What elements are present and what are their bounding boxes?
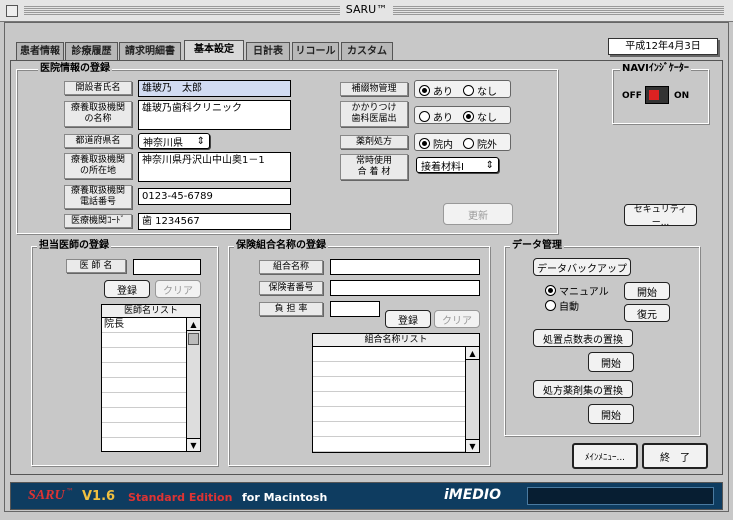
restore-button[interactable]: 復元	[624, 304, 670, 322]
union-name-field[interactable]	[330, 259, 480, 275]
tab-treatment-history[interactable]: 診療履歴	[65, 42, 118, 60]
brand-tm: ™	[66, 487, 74, 496]
tab-patient-info[interactable]: 患者情報	[16, 42, 64, 60]
replace-points-start-button[interactable]: 開始	[588, 352, 634, 372]
prefecture-value: 神奈川県	[143, 137, 183, 149]
doctor-name-field[interactable]	[133, 259, 201, 275]
doctor-list-scrollbar[interactable]: ▲ ▼	[186, 318, 200, 451]
tab-custom[interactable]: カスタム	[341, 42, 393, 60]
scroll-up-icon[interactable]: ▲	[187, 318, 200, 331]
cement-select[interactable]: 接着材料Ⅰ ⇕	[416, 157, 499, 173]
edition-text: Standard Edition	[128, 491, 233, 504]
doctor-clear-button[interactable]: クリア	[155, 280, 201, 298]
tab-basic-settings[interactable]: 基本設定	[184, 40, 244, 61]
scroll-down-icon[interactable]: ▼	[466, 439, 479, 452]
union-name-label: 組合名称	[259, 260, 323, 274]
platform-text: for Macintosh	[242, 491, 328, 504]
replace-points-button[interactable]: 処置点数表の置換	[533, 329, 633, 347]
data-backup-button[interactable]: データバックアップ	[533, 258, 631, 276]
clinic-section-title: 医院情報の登録	[38, 63, 112, 75]
navi-toggle-switch[interactable]	[645, 86, 669, 104]
brand-name: SARU	[28, 488, 65, 503]
prescription-inhouse-radio[interactable]: 院内	[419, 136, 453, 151]
exit-button[interactable]: 終 了	[642, 443, 708, 469]
cement-label: 常時使用 合 着 材	[340, 154, 408, 180]
updown-arrows-icon: ⇕	[196, 135, 205, 147]
backup-auto-radio[interactable]: 自動	[545, 298, 579, 313]
doctor-register-button[interactable]: 登録	[104, 280, 150, 298]
union-list-header: 組合名称リスト	[313, 334, 479, 347]
facility-phone-label: 療養取扱機関 電話番号	[64, 185, 132, 209]
list-item[interactable]: 院長	[102, 318, 186, 332]
imedio-logo: iMEDIO	[444, 487, 502, 503]
prescription-label: 薬剤処方	[340, 135, 408, 149]
security-button[interactable]: セキュリティー...	[624, 204, 697, 228]
prefecture-label: 都道府県名	[64, 134, 132, 148]
facility-name-label: 療養取扱機関 の名称	[64, 101, 132, 127]
data-section-title: データ管理	[510, 240, 564, 252]
tab-recall[interactable]: リコール	[292, 42, 339, 60]
navi-indicator-title: NAVIｲﾝｼﾞｹｰﾀｰ	[620, 63, 691, 75]
owner-label: 開設者氏名	[64, 81, 132, 95]
facility-phone-field[interactable]: 0123-45-6789	[138, 188, 291, 205]
insurer-number-label: 保険者番号	[259, 281, 323, 295]
owner-name-field[interactable]: 雄玻乃 太郎	[138, 80, 291, 97]
facility-address-label: 療養取扱機関 の所在地	[64, 153, 132, 179]
navi-off-label: OFF	[622, 91, 642, 101]
family-dentist-yes-radio[interactable]: あり	[419, 109, 453, 124]
scroll-down-icon[interactable]: ▼	[187, 438, 200, 451]
tab-daily-report[interactable]: 日計表	[246, 42, 290, 60]
union-list-rows	[313, 347, 465, 452]
prefecture-select[interactable]: 神奈川県 ⇕	[138, 133, 210, 149]
insurance-register-button[interactable]: 登録	[385, 310, 431, 328]
prosthesis-yes-radio[interactable]: あり	[419, 83, 453, 98]
window-titlebar[interactable]: SARU™	[0, 0, 733, 22]
version-text: V1.6	[82, 489, 116, 504]
union-list[interactable]: 組合名称リスト ▲ ▼	[312, 333, 480, 453]
navi-on-label: ON	[674, 91, 690, 101]
scroll-thumb[interactable]	[188, 333, 199, 345]
backup-manual-radio[interactable]: マニュアル	[545, 283, 609, 298]
facility-code-field[interactable]: 歯 1234567	[138, 213, 291, 230]
union-list-scrollbar[interactable]: ▲ ▼	[465, 347, 479, 452]
update-button[interactable]: 更新	[443, 203, 513, 225]
date-display: 平成12年4月3日	[608, 38, 718, 55]
doctor-list[interactable]: 医師名リスト 院長 ▲ ▼	[101, 304, 201, 452]
insurance-clear-button[interactable]: クリア	[434, 310, 480, 328]
replace-rx-start-button[interactable]: 開始	[588, 404, 634, 424]
scroll-up-icon[interactable]: ▲	[466, 347, 479, 360]
window-title: SARU™	[339, 3, 394, 16]
replace-rx-button[interactable]: 処方薬剤集の置換	[533, 380, 633, 398]
cement-value: 接着材料Ⅰ	[421, 161, 464, 173]
insurance-section-title: 保険組合名称の登録	[234, 240, 328, 252]
facility-code-label: 医療機関ｺｰﾄﾞ	[64, 214, 132, 228]
burden-ratio-field[interactable]	[330, 301, 380, 317]
prescription-outside-radio[interactable]: 院外	[463, 136, 497, 151]
insurer-number-field[interactable]	[330, 280, 480, 296]
main-menu-button[interactable]: ﾒｲﾝﾒﾆｭｰ...	[572, 443, 638, 469]
status-display	[527, 487, 714, 505]
family-dentist-no-radio[interactable]: なし	[463, 109, 497, 124]
prosthesis-no-radio[interactable]: なし	[463, 83, 497, 98]
updown-arrows-icon: ⇕	[485, 159, 494, 171]
facility-name-field[interactable]: 雄玻乃歯科クリニック	[138, 100, 291, 130]
doctor-name-label: 医 師 名	[66, 259, 126, 273]
doctor-list-rows: 院長	[102, 318, 186, 451]
tab-invoice[interactable]: 請求明細書	[119, 42, 181, 60]
burden-ratio-label: 負 担 率	[259, 302, 323, 316]
prosthesis-label: 補綴物管理	[340, 82, 408, 96]
doctor-section-title: 担当医師の登録	[37, 240, 111, 252]
doctor-list-header: 医師名リスト	[102, 305, 200, 318]
facility-address-field[interactable]: 神奈川県丹沢山中山奥1－1	[138, 152, 291, 182]
backup-start-button[interactable]: 開始	[624, 282, 670, 300]
family-dentist-label: かかりつけ 歯科医届出	[340, 101, 408, 127]
